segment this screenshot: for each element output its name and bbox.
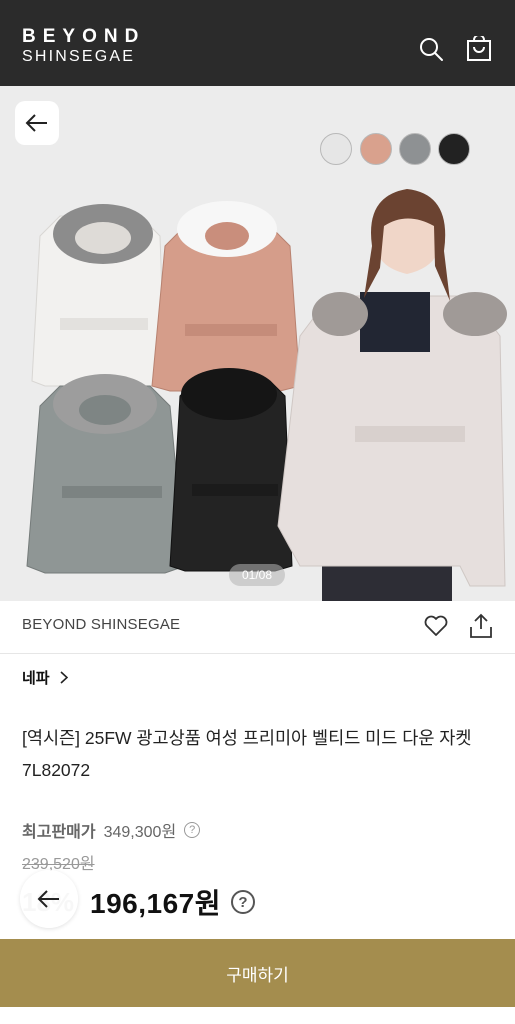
sale-price: 196,167원	[90, 888, 221, 919]
category-link[interactable]: 네파	[22, 667, 68, 688]
max-price-label: 최고판매가	[22, 824, 96, 841]
white-jacket-illustration	[31, 204, 166, 387]
brand-row: BEYOND SHINSEGAE	[0, 601, 515, 654]
heart-icon[interactable]	[423, 613, 449, 639]
logo-line-1: BEYOND	[22, 26, 146, 47]
max-price-row: 최고판매가 349,300원 ?	[22, 818, 201, 842]
image-counter: 01/08	[229, 564, 285, 586]
share-icon[interactable]	[468, 612, 494, 640]
max-price-value: 349,300원	[103, 824, 177, 841]
logo-line-2: SHINSEGAE	[22, 48, 136, 65]
color-swatch-gray[interactable]	[399, 133, 431, 165]
brand-name[interactable]: BEYOND SHINSEGAE	[22, 616, 180, 633]
shopping-bag-icon[interactable]	[466, 36, 492, 62]
black-jacket-illustration	[169, 368, 293, 572]
original-price: 239,520원	[22, 856, 95, 873]
gray-jacket-illustration	[26, 374, 186, 574]
help-icon[interactable]: ?	[184, 822, 201, 838]
chevron-right-icon	[60, 671, 68, 684]
price-help-icon[interactable]: ?	[230, 890, 255, 914]
arrow-left-icon	[37, 890, 59, 908]
search-icon[interactable]	[418, 36, 444, 62]
color-swatch-black[interactable]	[438, 133, 470, 165]
floating-back-button[interactable]	[20, 870, 78, 928]
model-illustration	[277, 189, 507, 601]
back-button[interactable]	[15, 101, 59, 145]
product-image	[26, 189, 507, 601]
category-label: 네파	[22, 670, 50, 687]
product-title: [역시즌] 25FW 광고상품 여성 프리미아 벨티드 미드 다운 자켓 7L8…	[22, 728, 472, 780]
arrow-left-icon	[25, 114, 47, 132]
color-swatch-light-gray[interactable]	[320, 133, 352, 165]
top-header: BEYOND SHINSEGAE	[0, 0, 515, 86]
buy-button[interactable]: 구매하기	[0, 939, 515, 1007]
product-image-carousel[interactable]: 01/08	[0, 86, 515, 601]
brand-logo[interactable]: BEYOND SHINSEGAE	[22, 27, 145, 67]
pink-jacket-illustration	[151, 201, 301, 392]
color-swatch-pink[interactable]	[360, 133, 392, 165]
